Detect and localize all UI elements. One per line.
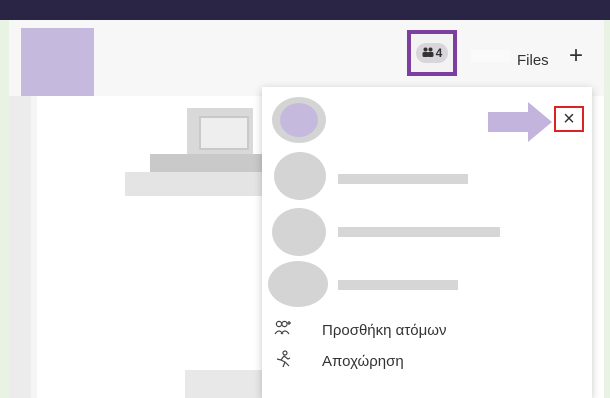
- close-icon: ×: [563, 108, 575, 130]
- participant-avatar-inner: [280, 103, 318, 137]
- participants-button[interactable]: 4: [407, 30, 457, 76]
- people-icon: [422, 46, 434, 60]
- participants-badge: 4: [415, 43, 449, 63]
- participant-avatar: [268, 261, 328, 307]
- participant-avatar: [272, 208, 326, 256]
- add-people-label: Προσθήκη ατόμων: [322, 321, 447, 339]
- leave-label: Αποχώρηση: [322, 352, 404, 370]
- window-title-bar: [0, 0, 610, 20]
- add-people-icon: [274, 320, 292, 340]
- placeholder-illustration-base: [150, 154, 268, 172]
- add-tab-button[interactable]: +: [569, 44, 583, 68]
- participant-avatar: [274, 152, 326, 200]
- left-rail: [9, 96, 31, 398]
- close-button[interactable]: ×: [554, 106, 584, 132]
- hidden-tab[interactable]: [471, 50, 511, 62]
- participant-name: [338, 227, 500, 237]
- leave-menu-item[interactable]: Αποχώρηση: [274, 350, 404, 372]
- team-avatar[interactable]: [21, 28, 94, 96]
- participants-count: 4: [435, 46, 443, 60]
- participant-name: [338, 174, 468, 184]
- participant-name: [338, 280, 458, 290]
- pointer-arrow-icon: [488, 102, 554, 147]
- placeholder-illustration-display: [199, 116, 249, 150]
- leave-icon: [274, 350, 292, 372]
- add-people-menu-item[interactable]: Προσθήκη ατόμων: [274, 320, 446, 340]
- placeholder-illustration-shadow: [125, 172, 275, 196]
- tab-files[interactable]: Files: [517, 52, 549, 69]
- channel-header: [9, 20, 604, 96]
